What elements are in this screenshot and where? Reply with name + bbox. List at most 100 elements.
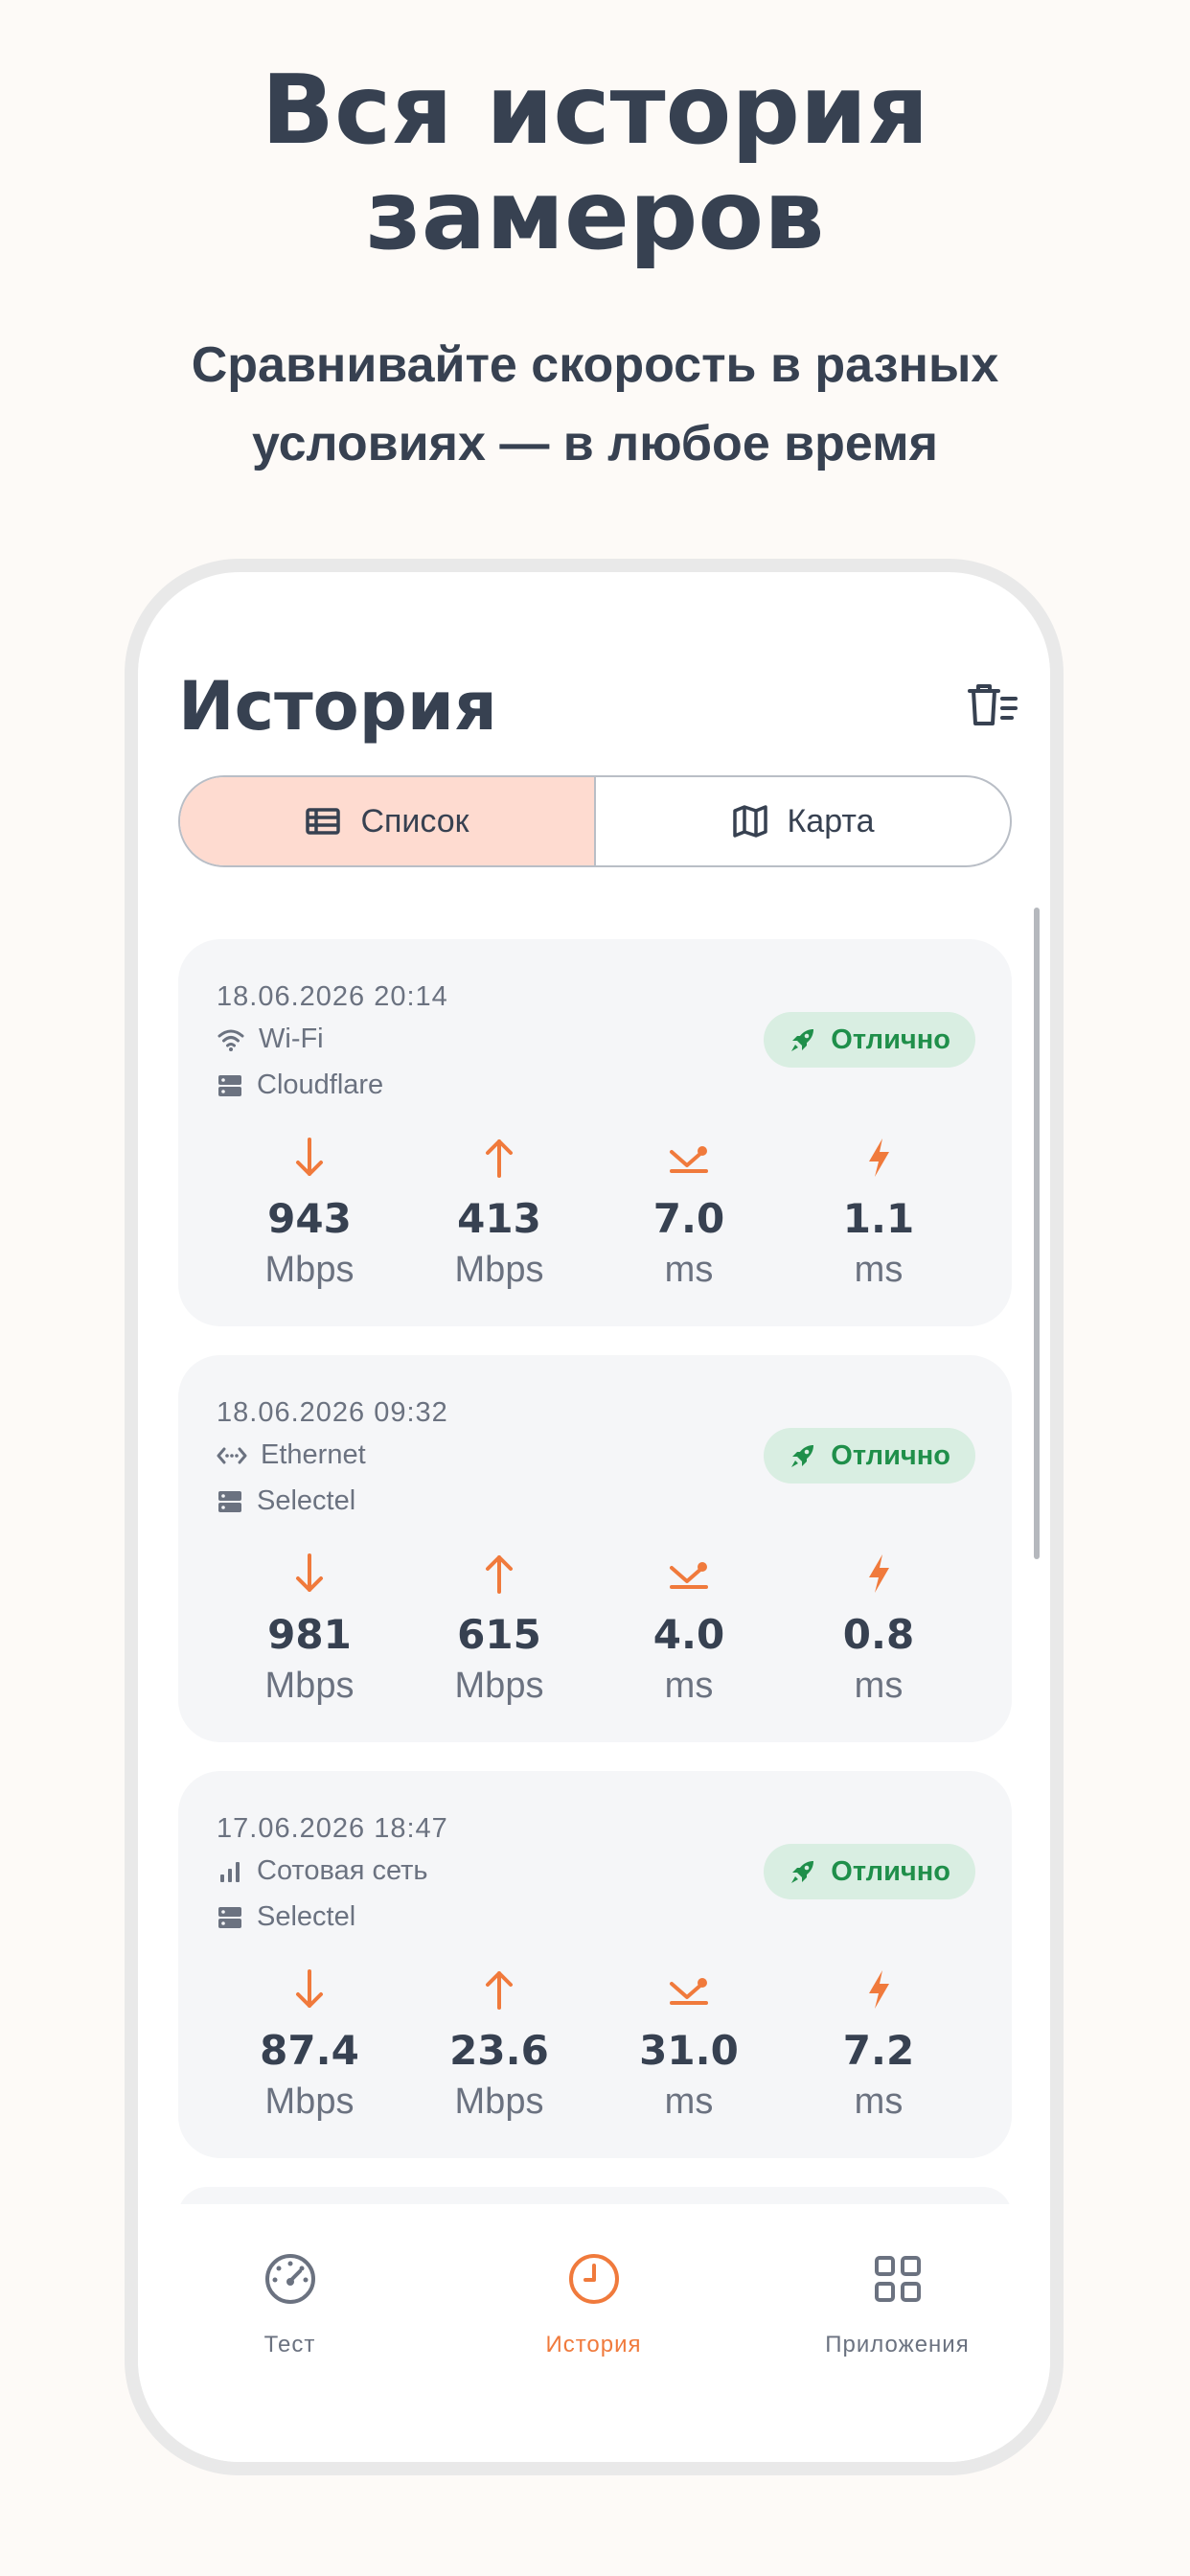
tab-test-label: Тест	[263, 2332, 316, 2358]
card-server-label: Selectel	[257, 1901, 356, 1932]
tab-test[interactable]: Тест	[138, 2245, 442, 2358]
download-unit: Mbps	[264, 2082, 355, 2122]
hero-subtitle-line2: условиях — в любое время	[252, 416, 938, 472]
card-server-label: Cloudflare	[257, 1070, 384, 1100]
history-card[interactable]: 18.06.2026 20:14 Wi-Fi Cloudflare Отличн…	[178, 939, 1012, 1326]
upload-value: 23.6	[449, 2027, 549, 2074]
status-badge-label: Отлично	[831, 1439, 950, 1471]
metric-download: 943 Mbps	[215, 1131, 404, 1294]
card-network: Ethernet	[217, 1439, 366, 1471]
card-server-label: Selectel	[257, 1485, 356, 1516]
status-badge-label: Отлично	[831, 1024, 950, 1055]
page-title: История	[178, 667, 497, 746]
tab-history-label: История	[545, 2332, 642, 2358]
tab-history[interactable]: История	[442, 2245, 745, 2358]
jitter-unit: ms	[854, 1250, 904, 1290]
card-metrics: 943 Mbps 413 Mbps 7.0 ms 1.1 ms	[178, 1131, 1012, 1303]
download-arrow-icon	[296, 1553, 323, 1592]
metric-ping: 31.0 ms	[594, 1963, 784, 2126]
ping-icon	[670, 1562, 708, 1589]
card-network: Wi-Fi	[217, 1024, 324, 1055]
upload-value: 615	[457, 1611, 541, 1658]
segment-list-label: Список	[360, 802, 469, 840]
hero-title: Вся история замеров	[0, 58, 1190, 268]
metric-upload: 23.6 Mbps	[404, 1963, 594, 2126]
card-network: Сотовая сеть	[217, 1855, 428, 1887]
rocket-icon	[791, 1445, 814, 1467]
card-datetime: 17.06.2026 18:47	[217, 1813, 448, 1844]
hero-title-line2: замеров	[365, 159, 825, 271]
upload-arrow-icon	[486, 1555, 513, 1594]
segment-map[interactable]: Карта	[596, 777, 1010, 865]
metric-ping: 4.0 ms	[594, 1547, 784, 1710]
rocket-icon	[791, 1029, 814, 1051]
card-datetime: 18.06.2026 20:14	[217, 981, 448, 1012]
lightning-icon	[869, 1970, 889, 2009]
app-header: История	[178, 658, 1021, 754]
hero-subtitle-line1: Сравнивайте скорость в разных	[191, 337, 999, 393]
card-server: Selectel	[217, 1485, 355, 1517]
history-card[interactable]: 17.06.2026 18:47 Сотовая сеть Selectel О…	[178, 1771, 1012, 2158]
wifi-icon	[217, 1029, 244, 1051]
hero-subtitle: Сравнивайте скорость в разных условиях —…	[0, 326, 1190, 483]
card-server: Selectel	[217, 1901, 355, 1933]
ping-value: 31.0	[639, 2027, 739, 2074]
map-icon	[732, 805, 767, 838]
hero-title-line1: Вся история	[261, 54, 929, 166]
bottom-tab-bar: Тест История Приложения	[138, 2207, 1050, 2462]
card-server: Cloudflare	[217, 1070, 383, 1101]
download-value: 943	[267, 1195, 352, 1242]
history-card[interactable]: 18.06.2026 09:32 Ethernet Selectel Отлич…	[178, 1355, 1012, 1742]
list-scrollbar[interactable]	[1034, 908, 1040, 1559]
metric-upload: 413 Mbps	[404, 1131, 594, 1294]
grid-icon	[874, 2256, 921, 2302]
ping-value: 4.0	[652, 1611, 725, 1658]
jitter-value: 1.1	[842, 1195, 915, 1242]
jitter-value: 7.2	[842, 2027, 915, 2074]
download-arrow-icon	[296, 1969, 323, 2008]
card-metrics: 87.4 Mbps 23.6 Mbps 31.0 ms 7.2 ms	[178, 1963, 1012, 2135]
server-icon	[218, 1906, 241, 1928]
segment-map-label: Карта	[787, 802, 875, 840]
server-icon	[218, 1490, 241, 1512]
status-badge: Отлично	[764, 1012, 975, 1068]
upload-unit: Mbps	[454, 1250, 544, 1290]
status-badge: Отлично	[764, 1844, 975, 1899]
jitter-value: 0.8	[842, 1611, 915, 1658]
clear-history-button[interactable]	[964, 678, 1021, 735]
view-segment-control: Список Карта	[178, 775, 1012, 867]
segment-list[interactable]: Список	[180, 777, 596, 865]
ping-unit: ms	[664, 1666, 714, 1706]
download-unit: Mbps	[264, 1666, 355, 1706]
history-card-partial[interactable]	[178, 2187, 1012, 2204]
metric-jitter: 1.1 ms	[784, 1131, 973, 1294]
metric-download: 981 Mbps	[215, 1547, 404, 1710]
history-list[interactable]: 18.06.2026 20:14 Wi-Fi Cloudflare Отличн…	[178, 939, 1012, 2204]
metric-download: 87.4 Mbps	[215, 1963, 404, 2126]
jitter-unit: ms	[854, 1666, 904, 1706]
status-badge: Отлично	[764, 1428, 975, 1484]
download-value: 87.4	[260, 2027, 359, 2074]
upload-arrow-icon	[486, 1139, 513, 1178]
list-icon	[306, 808, 341, 835]
metric-upload: 615 Mbps	[404, 1547, 594, 1710]
lightning-icon	[869, 1138, 889, 1177]
lightning-icon	[869, 1554, 889, 1593]
tab-apps[interactable]: Приложения	[745, 2245, 1049, 2358]
ethernet-icon	[217, 1447, 247, 1463]
metric-jitter: 7.2 ms	[784, 1963, 973, 2126]
download-arrow-icon	[296, 1138, 323, 1176]
ping-icon	[670, 1978, 708, 2005]
ping-unit: ms	[664, 2082, 714, 2122]
download-value: 981	[267, 1611, 352, 1658]
tab-apps-label: Приложения	[825, 2332, 970, 2358]
card-network-label: Ethernet	[261, 1439, 366, 1470]
metric-jitter: 0.8 ms	[784, 1547, 973, 1710]
status-badge-label: Отлично	[831, 1855, 950, 1887]
upload-arrow-icon	[486, 1971, 513, 2010]
upload-unit: Mbps	[454, 1666, 544, 1706]
card-datetime: 18.06.2026 09:32	[217, 1397, 448, 1428]
card-network-label: Wi-Fi	[259, 1024, 324, 1054]
jitter-unit: ms	[854, 2082, 904, 2122]
ping-unit: ms	[664, 1250, 714, 1290]
